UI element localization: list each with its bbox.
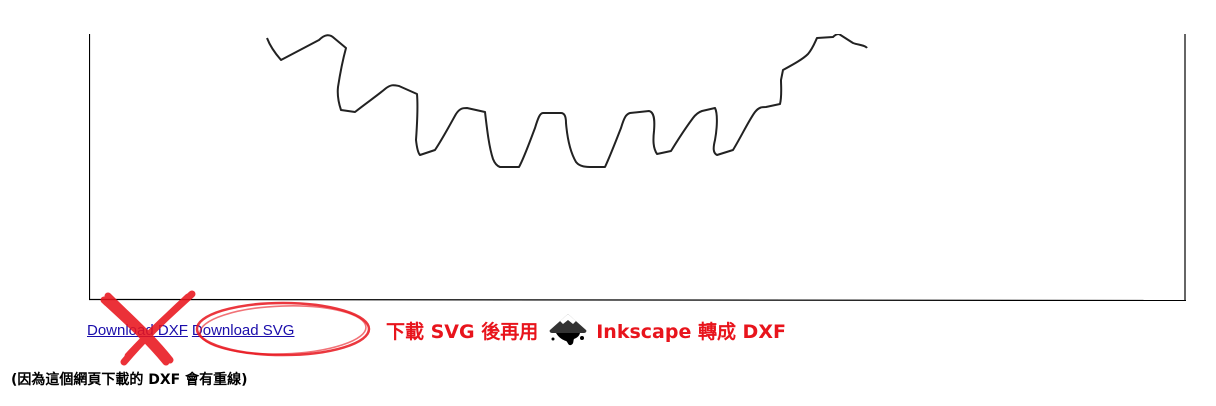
note-text-part1: 下載 SVG 後再用 [386, 320, 539, 343]
download-links: Download DXF Download SVG [87, 320, 294, 342]
gear-preview-canvas [89, 34, 1186, 301]
note-text-part2: Inkscape 轉成 DXF [596, 320, 786, 343]
footnote-text: (因為這個網頁下載的 DXF 會有重線) [11, 372, 248, 388]
gear-drawing [89, 34, 1186, 301]
download-dxf-link[interactable]: Download DXF [87, 322, 188, 339]
download-svg-link[interactable]: Download SVG [192, 322, 295, 339]
gear-outline [266, 34, 868, 168]
inkscape-logo-icon [546, 313, 590, 347]
frame-bottom-border [89, 298, 1186, 301]
instruction-note: 下載 SVG 後再用 Inkscape 轉成 DXF [386, 314, 786, 346]
